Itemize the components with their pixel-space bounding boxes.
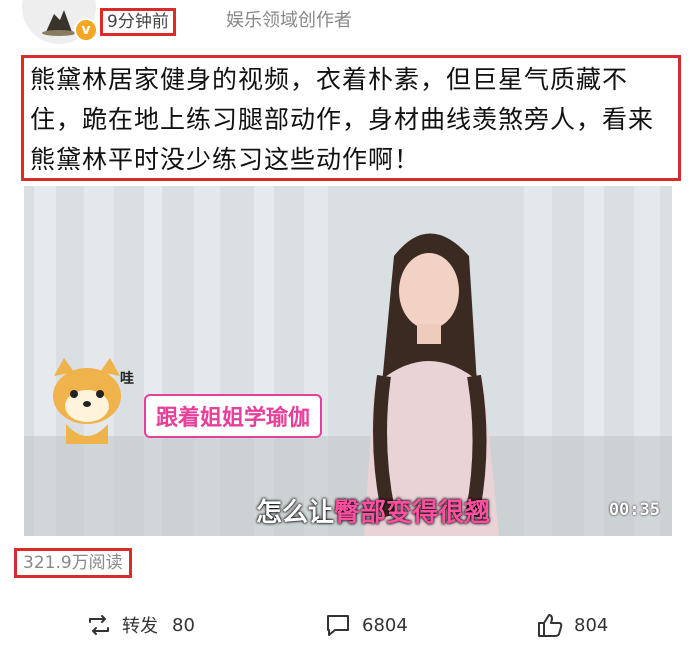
subtitle-highlight: 臀部变得很翘: [334, 498, 491, 528]
like-count: 804: [574, 614, 609, 636]
dog-sticker-icon: [53, 358, 121, 444]
post-time: 9分钟前: [100, 8, 176, 36]
repost-button[interactable]: 转发 80: [86, 605, 195, 645]
avatar-figure-icon: [42, 10, 76, 36]
repost-icon: [89, 615, 109, 635]
action-bar: 转发 80 6804 804: [0, 605, 696, 645]
video-player[interactable]: 哇 跟着姐姐学瑜伽 怎么让臀部变得很翘 00:35: [24, 186, 672, 536]
post-text: 熊黛林居家健身的视频，衣着朴素，但巨星气质藏不住，跪在地上练习腿部动作，身材曲线…: [21, 55, 681, 181]
sticker-caption: 跟着姐姐学瑜伽: [144, 394, 323, 438]
like-button[interactable]: 804: [536, 605, 608, 645]
comment-count: 6804: [362, 614, 408, 636]
verified-badge-icon: v: [74, 18, 98, 42]
repost-label: 转发: [122, 616, 158, 637]
subtitle-prefix: 怎么让: [256, 498, 335, 528]
read-count: 321.9万阅读: [14, 548, 132, 578]
sticker-exclaim: 哇: [120, 371, 134, 387]
video-subtitle: 怎么让臀部变得很翘: [256, 492, 490, 529]
comment-button[interactable]: 6804: [324, 605, 408, 645]
person-figure: [364, 233, 499, 536]
repost-count: 80: [172, 614, 195, 636]
like-icon: [538, 614, 563, 637]
comment-icon: [327, 615, 349, 636]
author-tag: 娱乐领域创作者: [226, 10, 352, 31]
video-duration: 00:35: [608, 500, 660, 520]
